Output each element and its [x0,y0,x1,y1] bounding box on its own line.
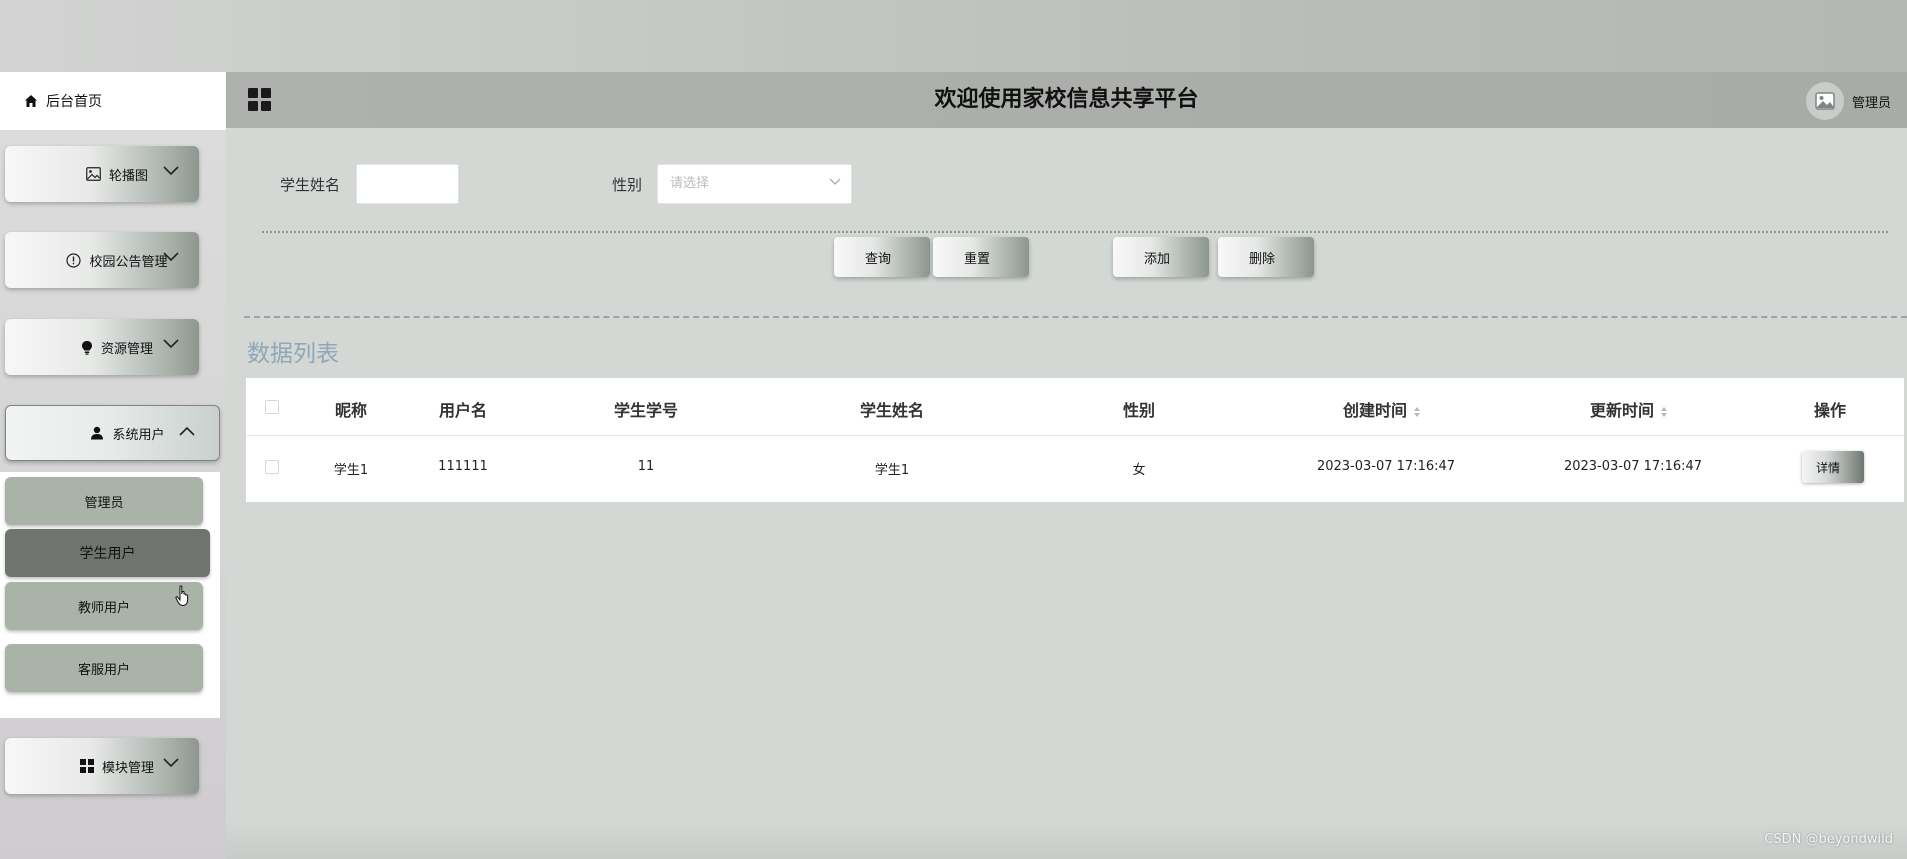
row-checkbox[interactable] [265,460,279,474]
column-header: 用户名 [438,401,488,420]
divider [262,231,1888,233]
top-background [0,0,1907,72]
chevron-down-icon [163,758,179,768]
cell-created: 2023-03-07 17:16:47 [1316,459,1456,474]
sidebar-menu-carousel[interactable]: 轮播图 [5,146,199,202]
menu-toggle-icon[interactable] [248,88,272,112]
sidebar-menu-label: 系统用户 [112,427,165,443]
sidebar: 后台首页 轮播图 校园公告管理 资源管理 系统用户 管理员 学生用户 教师用户 [0,72,226,859]
cell-username: 111111 [438,459,488,474]
column-header: 性别 [1122,401,1156,420]
list-title: 数据列表 [247,341,339,367]
chevron-down-icon [163,339,179,349]
user-name: 管理员 [1851,95,1891,111]
column-header-updated[interactable]: 更新时间 [1590,397,1668,421]
table-row: 学生1 111111 11 学生1 女 2023-03-07 17:16:47 … [246,436,1904,500]
chevron-down-icon [163,252,179,262]
bulb-icon [81,340,92,355]
sort-icon[interactable] [1413,406,1421,418]
student-name-input[interactable] [356,164,459,204]
header-bar: 欢迎使用家校信息共享平台 管理员 [226,72,1907,128]
sidebar-menu-label: 模块管理 [101,760,154,776]
sidebar-menu-resources[interactable]: 资源管理 [5,319,199,375]
chevron-up-icon [179,426,195,436]
sidebar-item-label: 后台首页 [46,94,102,110]
sidebar-menu-label: 轮播图 [108,168,148,184]
column-header: 创建时间 [1342,401,1408,420]
sidebar-menu-label: 校园公告管理 [89,254,168,270]
student-name-label: 学生姓名 [280,176,341,194]
detail-button[interactable]: 详情 [1802,451,1864,483]
column-header: 昵称 [334,401,368,420]
cell-gender: 女 [1132,463,1146,478]
submenu-item-student-users[interactable]: 学生用户 [5,529,210,577]
cell-student-no: 11 [637,459,655,474]
page-title: 欢迎使用家校信息共享平台 [934,87,1199,112]
image-icon [86,167,101,181]
sort-icon[interactable] [1660,406,1668,418]
submenu-item-teacher-users[interactable]: 教师用户 [5,582,203,630]
cell-nickname: 学生1 [333,463,369,478]
column-header: 学生姓名 [859,401,925,420]
sidebar-item-home[interactable]: 后台首页 [0,72,226,130]
avatar-icon[interactable] [1805,82,1844,120]
user-icon [91,426,104,440]
gender-select-placeholder: 请选择 [670,176,710,191]
sidebar-menu-notice[interactable]: 校园公告管理 [5,232,199,288]
gender-select[interactable]: 请选择 [657,164,852,204]
sidebar-menu-label: 资源管理 [100,341,153,357]
hand-pointer-icon [175,585,189,607]
home-icon [25,95,37,107]
watermark: CSDN @beyondwild [1764,832,1893,847]
delete-button[interactable]: 删除 [1218,237,1314,277]
column-header-created[interactable]: 创建时间 [1343,397,1421,421]
add-button[interactable]: 添加 [1113,237,1209,277]
column-header: 更新时间 [1589,401,1655,420]
data-table: 昵称 用户名 学生学号 学生姓名 性别 创建时间 更新时间 操作 学生1 111… [246,378,1904,502]
table-header-row: 昵称 用户名 学生学号 学生姓名 性别 创建时间 更新时间 操作 [246,378,1904,436]
submenu-item-service-users[interactable]: 客服用户 [5,644,203,692]
chevron-down-icon [829,178,841,185]
cell-updated: 2023-03-07 17:16:47 [1563,459,1703,474]
sidebar-menu-modules[interactable]: 模块管理 [5,738,199,794]
submenu-item-admin[interactable]: 管理员 [5,477,203,525]
chevron-down-icon [163,166,179,176]
user-menu[interactable]: 管理员 [1805,82,1891,120]
sidebar-menu-system-users[interactable]: 系统用户 [5,405,220,461]
query-button[interactable]: 查询 [834,237,930,277]
column-header: 学生学号 [613,401,679,420]
gender-label: 性别 [612,176,643,194]
grid-icon [79,759,94,773]
select-all-checkbox[interactable] [265,400,279,414]
bottom-background [226,820,1907,859]
info-circle-icon [66,252,82,268]
column-header: 操作 [1813,401,1847,420]
divider [244,316,1907,318]
reset-button[interactable]: 重置 [933,237,1029,277]
cell-student-name: 学生1 [874,463,910,478]
